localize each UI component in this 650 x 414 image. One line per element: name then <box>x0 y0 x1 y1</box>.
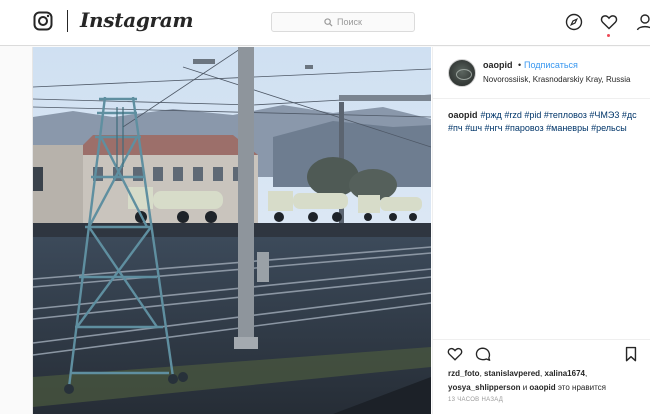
hashtag-link[interactable]: #нгч <box>485 123 503 133</box>
compass-icon[interactable] <box>565 13 583 31</box>
post-sidebar: oaopid • Подписаться Novorossiisk, Krasn… <box>432 47 650 414</box>
post-timestamp[interactable]: 13 ЧАСОВ НАЗАД <box>448 397 503 403</box>
follow-button[interactable]: Подписаться <box>524 60 578 70</box>
caption-author[interactable]: oaopid <box>448 110 478 120</box>
hashtag-link[interactable]: #pid <box>524 110 541 120</box>
hashtag-link[interactable]: #пч <box>448 123 463 133</box>
heart-icon[interactable] <box>600 13 618 31</box>
liker-link[interactable]: xalina1674 <box>545 369 585 378</box>
top-navigation-bar: Instagram Поиск <box>0 0 650 46</box>
hashtag-link[interactable]: #rzd <box>504 110 522 120</box>
search-placeholder: Поиск <box>337 17 362 27</box>
likes-suffix: это нравится <box>557 383 606 392</box>
likes-summary: rzd_foto, stanislavpered, xalina1674, yo… <box>448 369 606 392</box>
hashtag-link[interactable]: #шч <box>465 123 482 133</box>
post-username[interactable]: oaopid <box>483 60 513 70</box>
railway-photo <box>33 47 431 414</box>
comment-icon[interactable] <box>475 346 491 362</box>
notification-dot <box>607 34 610 37</box>
instagram-glyph-icon[interactable] <box>33 11 53 31</box>
hashtag-link[interactable]: #тепловоз <box>544 110 587 120</box>
liker-link[interactable]: oaopid <box>529 383 555 392</box>
hashtag-link[interactable]: #ЧМЭ3 <box>589 110 619 120</box>
hashtag-link[interactable]: #маневры <box>546 123 588 133</box>
post-photo[interactable] <box>33 47 431 414</box>
logo-divider <box>67 10 68 32</box>
profile-icon[interactable] <box>636 13 650 31</box>
search-input[interactable]: Поиск <box>271 12 415 32</box>
hashtag-link[interactable]: #ржд <box>481 110 502 120</box>
post-actions <box>433 339 650 363</box>
liker-link[interactable]: rzd_foto <box>448 369 480 378</box>
avatar[interactable] <box>448 59 476 87</box>
post-card: oaopid • Подписаться Novorossiisk, Krasn… <box>32 47 650 414</box>
bookmark-icon[interactable] <box>623 346 639 362</box>
post-location[interactable]: Novorossiisk, Krasnodarskiy Kray, Russia <box>483 75 630 84</box>
liker-link[interactable]: yosya_shlipperson <box>448 383 520 392</box>
like-icon[interactable] <box>447 346 463 362</box>
instagram-wordmark[interactable]: Instagram <box>80 8 194 32</box>
search-icon <box>324 17 333 27</box>
hashtag-link[interactable]: #рельсы <box>591 123 627 133</box>
hashtag-link[interactable]: #паровоз <box>505 123 544 133</box>
post-header: oaopid • Подписаться Novorossiisk, Krasn… <box>433 47 650 99</box>
hashtag-link[interactable]: #дс <box>622 110 637 120</box>
header-separator: • <box>518 60 522 70</box>
post-caption: oaopid #ржд #rzd #pid #тепловоз #ЧМЭ3 #дс… <box>448 109 644 135</box>
liker-link[interactable]: stanislavpered <box>484 369 540 378</box>
likes-and: и <box>522 383 528 392</box>
